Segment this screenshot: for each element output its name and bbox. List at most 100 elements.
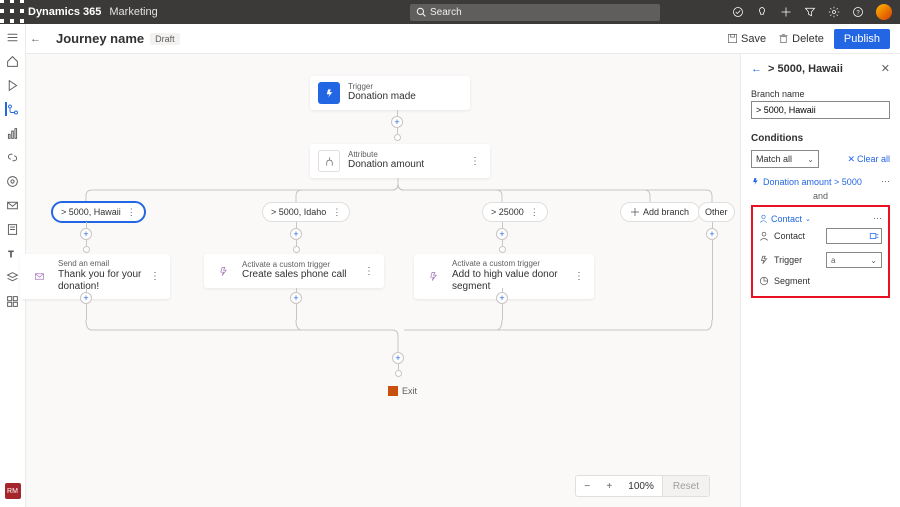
header-actions: ? — [732, 4, 900, 20]
email-icon — [28, 265, 50, 287]
zoom-value: 100% — [620, 481, 662, 492]
zoom-control: − + 100% Reset — [575, 475, 710, 497]
nav-analytics-icon[interactable] — [6, 126, 20, 140]
nav-text-icon[interactable]: T — [6, 246, 20, 260]
card-more-icon[interactable]: ⋮ — [362, 266, 376, 277]
zoom-out-button[interactable]: − — [576, 481, 598, 492]
card-more-icon[interactable]: ⋮ — [468, 156, 482, 167]
trigger-action-icon — [422, 265, 444, 287]
properties-panel: ← > 5000, Hawaii ✕ Branch name Condition… — [740, 54, 900, 507]
assistant-icon[interactable] — [732, 6, 744, 18]
filter-icon[interactable] — [804, 6, 816, 18]
pill-more-icon[interactable]: ⋮ — [530, 207, 539, 218]
attribute-card[interactable]: Attribute Donation amount ⋮ — [310, 144, 490, 178]
app-launcher[interactable] — [0, 0, 24, 26]
pill-more-icon[interactable]: ⋮ — [127, 207, 136, 218]
branch-name-label: Branch name — [751, 89, 890, 99]
contact-icon — [759, 231, 769, 241]
lookup-input[interactable] — [826, 228, 882, 244]
exit-node: Exit — [388, 386, 417, 396]
global-header: Dynamics 365 Marketing Search ? — [0, 0, 900, 24]
add-step-button[interactable]: + — [391, 116, 403, 128]
dropdown-option-contact[interactable]: Contact — [759, 224, 882, 248]
zoom-reset-button[interactable]: Reset — [662, 476, 709, 496]
user-avatar[interactable] — [876, 4, 892, 20]
branch-other-pill[interactable]: Other — [698, 202, 735, 222]
dropdown-option-trigger[interactable]: Trigger a — [759, 248, 882, 272]
branch-name-input[interactable] — [751, 101, 890, 119]
branch-icon — [318, 150, 340, 172]
trigger-type-label: Trigger — [348, 83, 416, 92]
add-step-button[interactable]: + — [706, 228, 718, 240]
add-step-button[interactable]: + — [496, 292, 508, 304]
publish-button[interactable]: Publish — [834, 29, 890, 49]
user-badge[interactable]: RM — [5, 483, 21, 499]
page-title: Journey name — [56, 31, 144, 46]
action-card-0[interactable]: Send an email Thank you for your donatio… — [20, 254, 170, 299]
add-step-button[interactable]: + — [80, 292, 92, 304]
delete-icon — [778, 33, 789, 44]
svg-text:?: ? — [856, 10, 860, 16]
panel-close-button[interactable]: ✕ — [881, 62, 890, 75]
and-label: and — [751, 191, 890, 201]
match-select[interactable]: Match all — [751, 150, 819, 168]
add-branch-button[interactable]: Add branch — [620, 202, 700, 222]
contact-icon — [759, 214, 768, 223]
panel-back-button[interactable]: ← — [751, 63, 762, 75]
nav-grid-icon[interactable] — [6, 294, 20, 308]
action-card-1[interactable]: Activate a custom trigger Create sales p… — [204, 254, 384, 288]
add-icon[interactable] — [780, 6, 792, 18]
add-step-button[interactable]: + — [290, 228, 302, 240]
trigger-icon — [751, 177, 760, 186]
brand-label: Dynamics 365 — [24, 6, 101, 18]
entity-dropdown: Contact ⌄ ⋯ Contact Trigger a Segment — [751, 205, 890, 298]
search-icon — [416, 7, 426, 17]
add-step-button[interactable]: + — [392, 352, 404, 364]
nav-layers-icon[interactable] — [6, 270, 20, 284]
nav-menu-icon[interactable] — [6, 30, 20, 44]
condition-link[interactable]: Donation amount > 5000 ⋯ — [751, 176, 890, 187]
branch-pill-1[interactable]: > 5000, Idaho ⋮ — [262, 202, 350, 222]
flag-icon — [388, 386, 398, 396]
search-placeholder: Search — [430, 7, 462, 18]
card-more-icon[interactable]: ⋮ — [572, 271, 586, 282]
attribute-name: Donation amount — [348, 159, 424, 171]
zoom-in-button[interactable]: + — [598, 481, 620, 492]
nav-form-icon[interactable] — [6, 222, 20, 236]
attribute-type-label: Attribute — [348, 151, 424, 160]
trigger-name: Donation made — [348, 91, 416, 103]
back-button[interactable]: ← — [30, 33, 48, 45]
save-button[interactable]: Save — [721, 30, 772, 48]
pill-more-icon[interactable]: ⋮ — [332, 207, 341, 218]
card-more-icon[interactable]: ⋮ — [148, 271, 162, 282]
add-step-button[interactable]: + — [80, 228, 92, 240]
status-badge: Draft — [150, 33, 180, 45]
global-search[interactable]: Search — [410, 4, 660, 21]
branch-pill-2[interactable]: > 25000 ⋮ — [482, 202, 548, 222]
dropdown-option-segment[interactable]: Segment — [759, 272, 882, 290]
lightbulb-icon[interactable] — [756, 6, 768, 18]
settings-icon[interactable] — [828, 6, 840, 18]
dropdown-header[interactable]: Contact ⌄ ⋯ — [759, 213, 882, 224]
add-step-button[interactable]: + — [496, 228, 508, 240]
trigger-select[interactable]: a — [826, 252, 882, 268]
trigger-icon — [318, 82, 340, 104]
nav-home-icon[interactable] — [6, 54, 20, 68]
nav-journey-icon[interactable] — [5, 102, 19, 116]
nav-mail-icon[interactable] — [6, 198, 20, 212]
condition-more-icon[interactable]: ⋯ — [881, 176, 890, 187]
nav-link-icon[interactable] — [6, 150, 20, 164]
trigger-icon — [759, 255, 769, 265]
command-bar: ← Journey name Draft Save Delete Publish — [0, 24, 900, 54]
help-icon[interactable]: ? — [852, 6, 864, 18]
trigger-card[interactable]: Trigger Donation made — [310, 76, 470, 110]
trigger-action-icon — [212, 260, 234, 282]
add-step-button[interactable]: + — [290, 292, 302, 304]
delete-button[interactable]: Delete — [772, 30, 830, 48]
nav-play-icon[interactable] — [6, 78, 20, 92]
nav-target-icon[interactable] — [6, 174, 20, 188]
svg-text:T: T — [8, 249, 13, 258]
clear-all-button[interactable]: ✕Clear all — [847, 154, 890, 165]
branch-pill-0[interactable]: > 5000, Hawaii ⋮ — [52, 202, 145, 222]
dropdown-more-icon[interactable]: ⋯ — [873, 213, 882, 224]
